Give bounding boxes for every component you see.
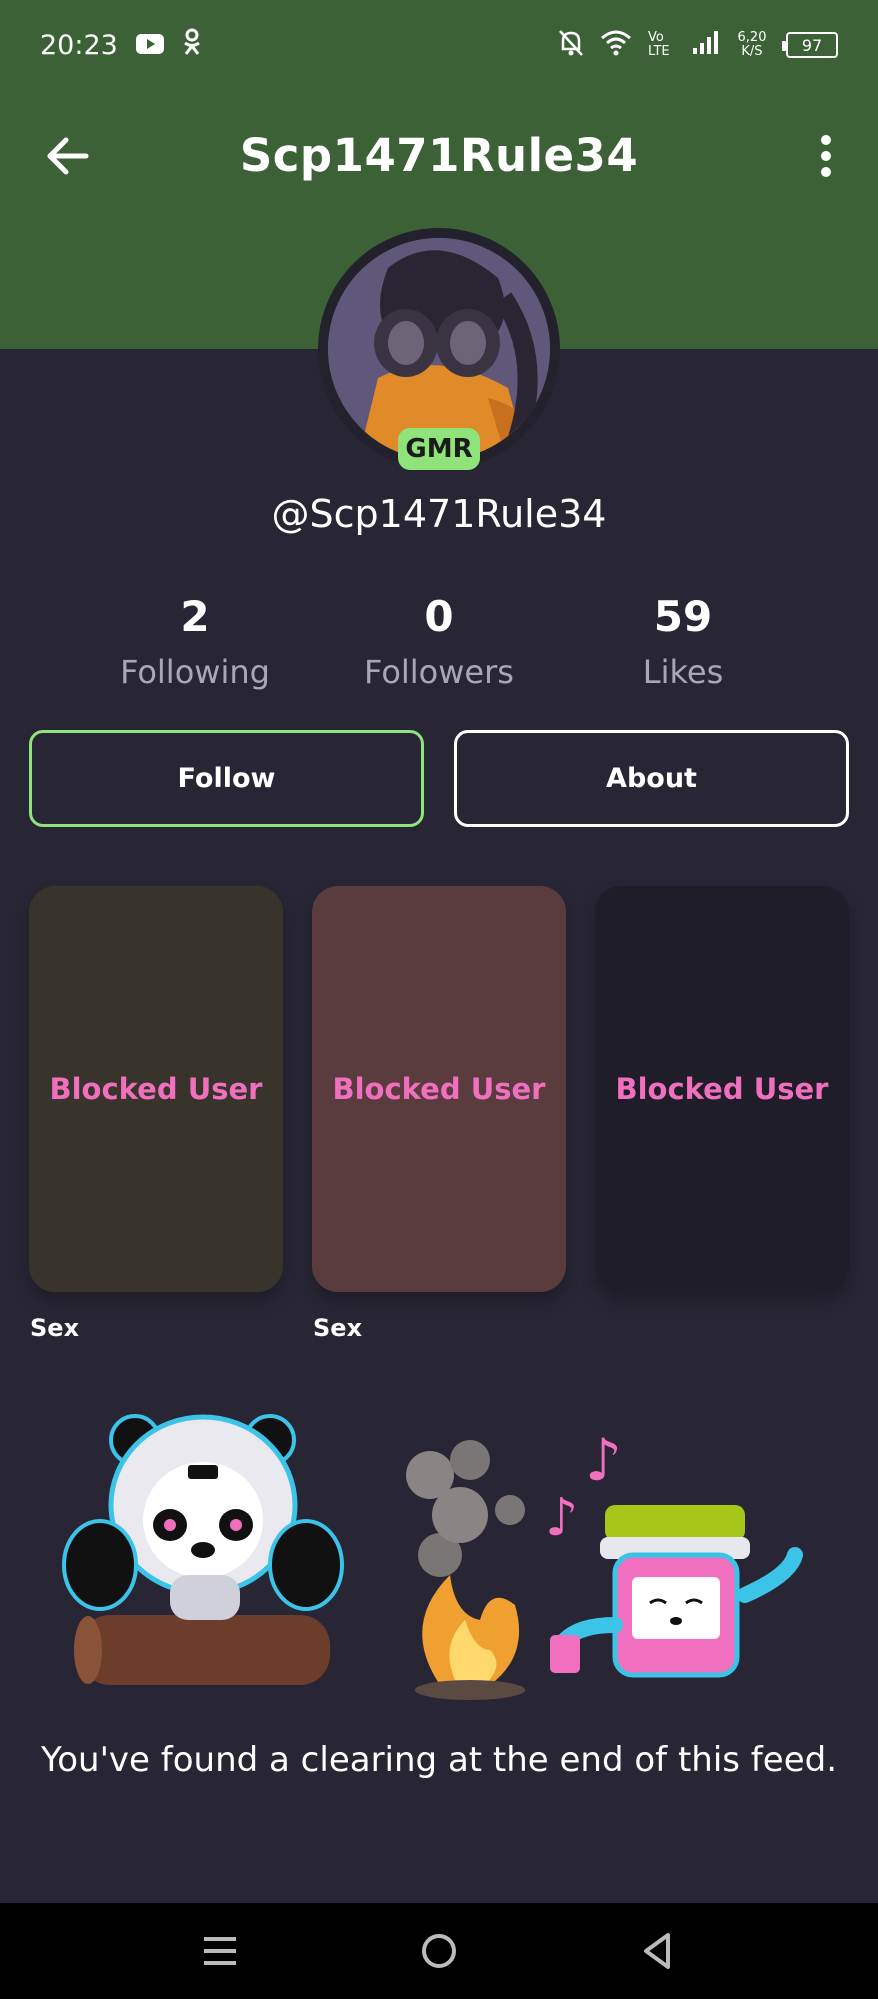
blocked-user-label: Blocked User	[49, 1072, 263, 1106]
top-app-bar: Scp1471Rule34	[0, 110, 878, 200]
net-speed: 6,20 K/S	[737, 30, 767, 59]
status-time: 20:23	[40, 29, 118, 61]
stat-label: Followers	[364, 653, 514, 691]
stat-label: Likes	[642, 653, 724, 691]
battery-level: 97	[801, 35, 823, 55]
profile-stats: 2 Following 0 Followers 59 Likes	[0, 592, 878, 702]
back-triangle-icon[interactable]	[634, 1927, 682, 1975]
avatar-image	[328, 238, 550, 460]
youtube-icon	[135, 30, 164, 61]
post-tile[interactable]: Blocked User	[595, 886, 849, 1292]
stat-following[interactable]: 2 Following	[95, 592, 295, 691]
post-caption: Sex	[30, 1314, 80, 1342]
post-caption: Sex	[313, 1314, 363, 1342]
svg-text:♪: ♪	[585, 1426, 622, 1494]
ok-icon	[182, 28, 202, 63]
home-circle-icon[interactable]	[415, 1927, 463, 1975]
svg-text:♪: ♪	[545, 1488, 578, 1548]
about-button[interactable]: About	[454, 730, 849, 827]
stat-likes[interactable]: 59 Likes	[583, 592, 783, 691]
arrow-left-icon[interactable]	[42, 130, 94, 182]
battery-icon: 97	[782, 32, 838, 58]
stat-label: Following	[120, 653, 270, 691]
post-tile[interactable]: Blocked User	[29, 886, 283, 1292]
follow-button[interactable]: Follow	[29, 730, 424, 827]
wifi-icon	[600, 30, 632, 60]
signal-icon	[692, 31, 718, 59]
stat-value: 0	[424, 592, 454, 641]
network-type: Vo LTE	[648, 30, 670, 59]
username-handle: @Scp1471Rule34	[271, 492, 607, 536]
page-title: Scp1471Rule34	[239, 128, 639, 182]
campfire-illustration: ♪ ♪	[60, 1405, 820, 1705]
bell-off-icon	[558, 29, 584, 61]
menu-icon[interactable]	[196, 1927, 244, 1975]
blocked-user-label: Blocked User	[615, 1072, 829, 1106]
system-nav-bar	[0, 1903, 878, 1999]
stat-value: 2	[180, 592, 210, 641]
feed-end-message: You've found a clearing at the end of th…	[40, 1740, 837, 1780]
post-tile[interactable]: Blocked User	[312, 886, 566, 1292]
more-vertical-icon[interactable]	[800, 130, 852, 182]
blocked-user-label: Blocked User	[332, 1072, 546, 1106]
status-bar: 20:23 Vo LTE 6,20 K/S 97	[0, 0, 878, 90]
stat-value: 59	[653, 592, 713, 641]
gmr-badge: GMR	[398, 428, 480, 470]
stat-followers[interactable]: 0 Followers	[339, 592, 539, 691]
